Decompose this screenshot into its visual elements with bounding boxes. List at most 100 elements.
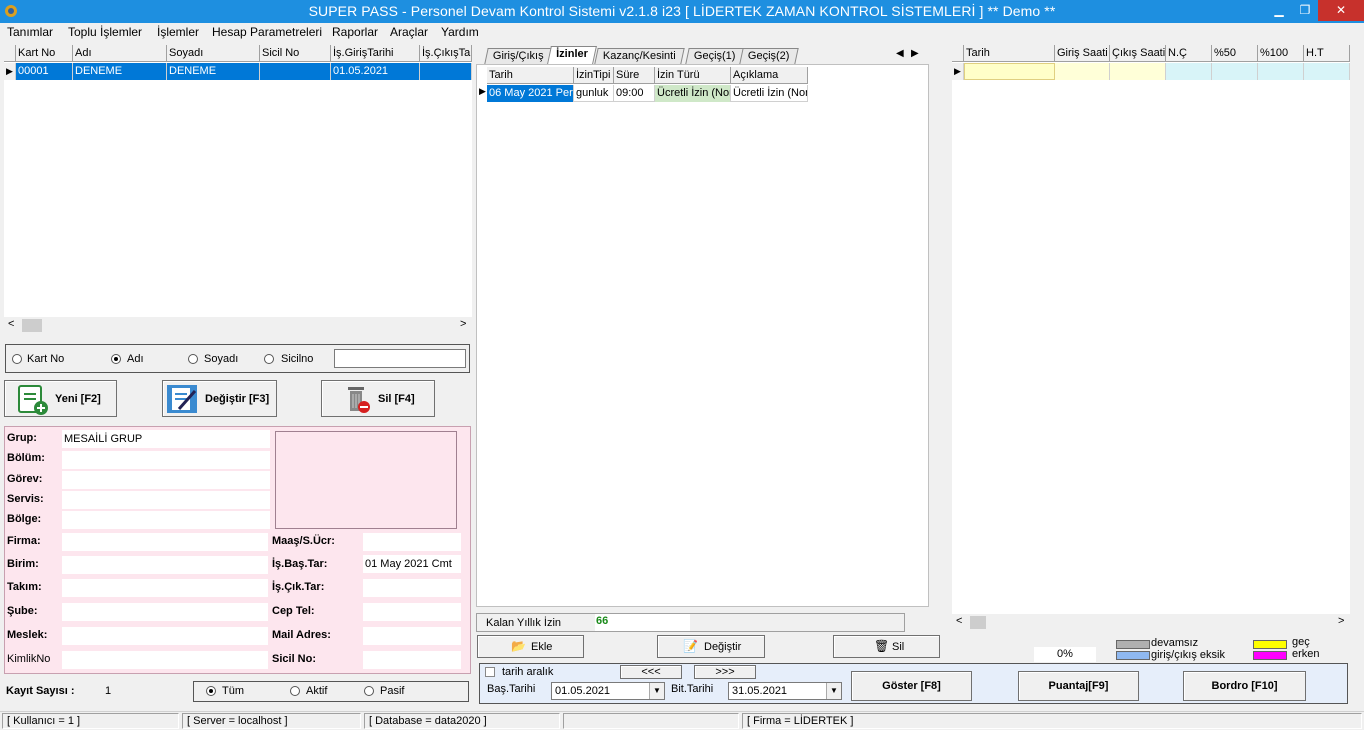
menu-raporlar[interactable]: Raporlar bbox=[332, 25, 378, 39]
menu-hesap-parametreleri[interactable]: Hesap Parametreleri bbox=[212, 25, 322, 39]
start-date-picker[interactable]: 01.05.2021 ▼ bbox=[551, 682, 665, 700]
personnel-grid-header: Kart No Adı Soyadı Sicil No İş.GirişTari… bbox=[4, 45, 472, 62]
progress-percent: 0% bbox=[1034, 647, 1096, 662]
col-izin-tipi[interactable]: İzinTipi bbox=[574, 67, 614, 84]
show-button[interactable]: Göster [F8] bbox=[851, 671, 972, 701]
scroll-thumb[interactable] bbox=[22, 319, 42, 332]
scroll-left-arrow[interactable]: < bbox=[956, 615, 962, 627]
date-range-checkbox[interactable] bbox=[485, 667, 495, 677]
menu-tanimlar[interactable]: Tanımlar bbox=[7, 25, 53, 39]
search-input[interactable] bbox=[334, 349, 466, 368]
col-giris-saati[interactable]: Giriş Saati bbox=[1055, 45, 1110, 62]
radio-adi-label[interactable]: Adı bbox=[127, 353, 144, 365]
delete-button[interactable]: Sil [F4] bbox=[321, 380, 435, 417]
radio-soyadi[interactable] bbox=[188, 354, 198, 364]
col-att-tarih[interactable]: Tarih bbox=[964, 45, 1055, 62]
tab-gecis-2[interactable]: Geçiş(2) bbox=[739, 48, 799, 64]
tab-gecis-1[interactable]: Geçiş(1) bbox=[685, 48, 745, 64]
radio-aktif-label[interactable]: Aktif bbox=[306, 685, 327, 697]
tab-scroll-left-icon[interactable]: ◀ bbox=[896, 48, 904, 59]
prev-period-button[interactable]: <<< bbox=[620, 665, 682, 679]
field-meslek[interactable] bbox=[62, 627, 268, 645]
menu-toplu-islemler[interactable]: Toplu İşlemler bbox=[68, 25, 142, 39]
field-is-bas-tar[interactable]: 01 May 2021 Cmt bbox=[363, 555, 461, 573]
field-bolge[interactable] bbox=[62, 511, 270, 529]
radio-sicilno[interactable] bbox=[264, 354, 274, 364]
table-row[interactable]: ▶ bbox=[952, 63, 1350, 80]
col-is-cikis[interactable]: İş.ÇıkışTarihi bbox=[420, 45, 472, 62]
new-button[interactable]: Yeni [F2] bbox=[4, 380, 117, 417]
col-adi[interactable]: Adı bbox=[73, 45, 167, 62]
col-is-giris[interactable]: İş.GirişTarihi bbox=[331, 45, 420, 62]
scroll-right-arrow[interactable]: > bbox=[460, 318, 466, 330]
scroll-left-arrow[interactable]: < bbox=[8, 318, 14, 330]
radio-kart-no-label[interactable]: Kart No bbox=[27, 353, 64, 365]
field-is-cik-tar[interactable] bbox=[363, 579, 461, 597]
radio-tum-label[interactable]: Tüm bbox=[222, 685, 244, 697]
tab-izinler[interactable]: İzinler bbox=[547, 46, 597, 64]
attendance-grid[interactable]: Tarih Giriş Saati Çıkış Saati N.Ç %50 %1… bbox=[952, 45, 1350, 614]
col-sicil-no[interactable]: Sicil No bbox=[260, 45, 331, 62]
timesheet-button[interactable]: Puantaj[F9] bbox=[1018, 671, 1139, 701]
field-maas[interactable] bbox=[363, 533, 461, 551]
radio-pasif-label[interactable]: Pasif bbox=[380, 685, 404, 697]
col-kart-no[interactable]: Kart No bbox=[16, 45, 73, 62]
menu-islemler[interactable]: İşlemler bbox=[157, 25, 199, 39]
chevron-down-icon[interactable]: ▼ bbox=[826, 683, 841, 699]
edit-leave-button[interactable]: 📝 Değiştir bbox=[657, 635, 765, 658]
field-sicil[interactable] bbox=[363, 651, 461, 669]
next-period-button[interactable]: >>> bbox=[694, 665, 756, 679]
field-firma[interactable] bbox=[62, 533, 268, 551]
radio-tum[interactable] bbox=[206, 686, 216, 696]
field-bolum[interactable] bbox=[62, 451, 270, 469]
col-sure[interactable]: Süre bbox=[614, 67, 655, 84]
field-grup[interactable]: MESAİLİ GRUP bbox=[62, 430, 270, 448]
col-tarih[interactable]: Tarih bbox=[487, 67, 574, 84]
col-izin-turu[interactable]: İzin Türü bbox=[655, 67, 731, 84]
col-nc[interactable]: N.Ç bbox=[1166, 45, 1212, 62]
field-sube[interactable] bbox=[62, 603, 268, 621]
personnel-grid[interactable]: Kart No Adı Soyadı Sicil No İş.GirişTari… bbox=[4, 45, 472, 317]
close-button[interactable]: ✕ bbox=[1318, 0, 1364, 21]
table-row[interactable]: ▶ 00001 DENEME DENEME 01.05.2021 bbox=[4, 63, 472, 80]
scroll-thumb[interactable] bbox=[970, 616, 986, 629]
field-birim[interactable] bbox=[62, 556, 268, 574]
radio-soyadi-label[interactable]: Soyadı bbox=[204, 353, 238, 365]
field-servis[interactable] bbox=[62, 491, 270, 509]
field-mail[interactable] bbox=[363, 627, 461, 645]
attendance-hscrollbar[interactable]: < > bbox=[952, 614, 1350, 631]
maximize-button[interactable]: ❐ bbox=[1292, 0, 1318, 21]
col-cikis-saati[interactable]: Çıkış Saati bbox=[1110, 45, 1166, 62]
radio-pasif[interactable] bbox=[364, 686, 374, 696]
tab-scroll-right-icon[interactable]: ▶ bbox=[911, 48, 919, 59]
tab-kazanc-kesinti[interactable]: Kazanç/Kesinti bbox=[594, 48, 685, 64]
radio-adi[interactable] bbox=[111, 354, 121, 364]
col-100[interactable]: %100 bbox=[1258, 45, 1304, 62]
radio-kart-no[interactable] bbox=[12, 354, 22, 364]
tab-giris-cikis[interactable]: Giriş/Çıkış bbox=[484, 48, 553, 64]
menu-yardim[interactable]: Yardım bbox=[441, 25, 479, 39]
field-kimlik[interactable] bbox=[62, 651, 268, 669]
radio-sicilno-label[interactable]: Sicilno bbox=[281, 353, 313, 365]
field-cep-tel[interactable] bbox=[363, 603, 461, 621]
col-aciklama[interactable]: Açıklama bbox=[731, 67, 808, 84]
personnel-hscrollbar[interactable]: < > bbox=[4, 317, 472, 334]
end-date-picker[interactable]: 31.05.2021 ▼ bbox=[728, 682, 842, 700]
minimize-button[interactable]: ▁ bbox=[1266, 0, 1292, 21]
field-takim[interactable] bbox=[62, 579, 268, 597]
delete-leave-button[interactable]: 🗑 Sil bbox=[833, 635, 940, 658]
add-leave-button[interactable]: 📂 Ekle bbox=[477, 635, 584, 658]
field-gorev[interactable] bbox=[62, 471, 270, 489]
date-range-check-label[interactable]: tarih aralık bbox=[502, 666, 553, 678]
radio-aktif[interactable] bbox=[290, 686, 300, 696]
scroll-right-arrow[interactable]: > bbox=[1338, 615, 1344, 627]
payroll-button[interactable]: Bordro [F10] bbox=[1183, 671, 1306, 701]
leave-balance-box: Kalan Yıllık İzin 66 bbox=[476, 613, 905, 632]
col-50[interactable]: %50 bbox=[1212, 45, 1258, 62]
edit-button[interactable]: Değiştir [F3] bbox=[162, 380, 277, 417]
menu-araclar[interactable]: Araçlar bbox=[390, 25, 428, 39]
col-ht[interactable]: H.T bbox=[1304, 45, 1350, 62]
col-soyadi[interactable]: Soyadı bbox=[167, 45, 260, 62]
chevron-down-icon[interactable]: ▼ bbox=[649, 683, 664, 699]
table-row[interactable]: 06 May 2021 Per gunluk 09:00 Ücretli İzi… bbox=[487, 85, 808, 102]
